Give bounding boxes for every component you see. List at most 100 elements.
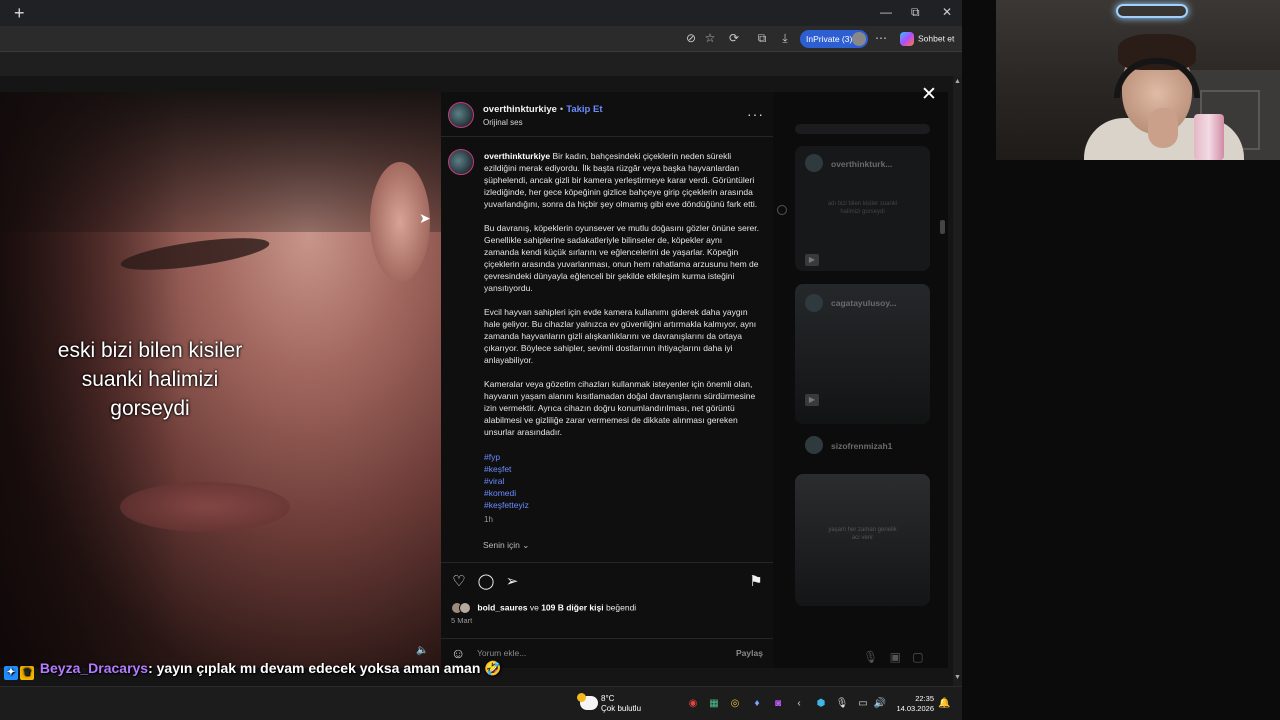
video-caption: eski bizi bilen kisiler suanki halimizi … <box>0 336 300 423</box>
tray-chevron-icon[interactable]: ‹ <box>792 698 806 709</box>
share-send-icon[interactable]: ➢ <box>502 572 522 590</box>
video-caption-line: eski bizi bilen kisiler <box>57 339 243 362</box>
refresh-icon[interactable]: ⟳ <box>726 31 742 45</box>
author-avatar[interactable] <box>448 102 474 128</box>
close-window-button[interactable]: ✕ <box>942 5 952 19</box>
video-caption-line: suanki halimizi <box>81 368 219 391</box>
nav-dot-icon[interactable] <box>777 205 787 215</box>
hashtag-link[interactable]: #keşfet <box>484 463 529 475</box>
chat-username: Beyza_Dracarys <box>39 660 149 676</box>
tray-app-icon[interactable]: ◙ <box>771 698 785 709</box>
author-username[interactable]: overthinkturkiye <box>483 104 557 115</box>
clock-time: 22:35 <box>915 694 934 703</box>
reel-author-avatar <box>805 294 823 312</box>
network-icon[interactable]: ▭ <box>856 698 870 709</box>
minimize-button[interactable]: — <box>880 5 892 19</box>
copilot-chat-button[interactable]: Sohbet et <box>900 32 954 46</box>
reels-scrollbar[interactable] <box>940 120 945 630</box>
mic-icon[interactable]: 🎙 <box>863 650 878 664</box>
webcam-person-hand <box>1148 108 1178 148</box>
inprivate-label: InPrivate (3) <box>806 34 853 44</box>
reel-author-avatar <box>805 436 823 454</box>
speaker-icon[interactable]: 🔊 <box>873 698 887 709</box>
copilot-chat-label: Sohbet et <box>918 33 955 44</box>
reel-card-caption: adı bizi bilen kisiler suanki halimizi g… <box>827 201 898 215</box>
page-scrollbar[interactable]: ▲ ▼ <box>953 76 962 686</box>
reel-card[interactable]: overthinkturk... adı bizi bilen kisiler … <box>795 146 930 271</box>
notification-bell-icon[interactable]: 🔔 <box>938 698 950 709</box>
mouse-cursor-icon: ➤ <box>419 210 431 226</box>
inprivate-badge[interactable]: InPrivate (3) <box>800 30 868 48</box>
video-caption-line: gorseydi <box>110 397 190 420</box>
caption-paragraph: Evcil hayvan sahipleri için evde kamera … <box>484 307 757 365</box>
video-lips <box>120 482 290 532</box>
reel-card-author[interactable]: sizofrenmizah1 <box>795 430 930 460</box>
likes-count[interactable]: 109 B diğer kişi <box>541 602 603 612</box>
browser-subbar <box>0 52 962 76</box>
likes-mid: ve <box>529 602 539 613</box>
tray-app-icon[interactable]: ◎ <box>728 698 742 709</box>
tray-app-icon[interactable]: ◉ <box>686 698 700 709</box>
hashtag-link[interactable]: #komedi <box>484 487 529 499</box>
tray-app-icon[interactable]: ⬢ <box>814 698 828 709</box>
tray-app-icon[interactable]: ▦ <box>707 698 721 709</box>
clock-date: 14.03.2026 <box>896 704 934 713</box>
follow-button[interactable]: Takip Et <box>566 104 602 115</box>
likes-user[interactable]: bold_saures <box>477 602 527 612</box>
caption-username[interactable]: overthinkturkiye <box>484 151 550 161</box>
hashtag-link[interactable]: #viral <box>484 475 529 487</box>
reel-play-icon: ▶ <box>805 394 819 406</box>
author-line: overthinkturkiye • Takip Et <box>483 104 603 115</box>
maximize-button[interactable]: ⧉ <box>911 5 920 20</box>
microphone-icon[interactable]: 🎙 <box>835 698 849 709</box>
chat-crown-icon: ♛ <box>20 666 34 680</box>
image-icon[interactable]: ▣ <box>890 650 901 664</box>
webcam-feed <box>996 0 1280 160</box>
tracking-prevention-icon[interactable]: ⊘ <box>683 31 699 45</box>
caption-paragraph: Kameralar veya gözetim cihazları kullanm… <box>484 379 756 437</box>
hashtag-link[interactable]: #fyp <box>484 451 529 463</box>
emoji-icon[interactable]: ☺ <box>451 645 465 661</box>
share-comment-button[interactable]: Paylaş <box>736 648 763 658</box>
more-menu-icon[interactable]: ⋯ <box>873 31 889 45</box>
sticker-icon[interactable]: ▢ <box>912 650 923 664</box>
reel-video[interactable]: eski bizi bilen kisiler suanki halimizi … <box>0 92 441 668</box>
reel-card-top[interactable] <box>795 124 930 134</box>
comment-bubble-icon[interactable]: ◯ <box>476 572 496 590</box>
reels-scroll-thumb[interactable] <box>940 220 945 234</box>
favorite-star-icon[interactable]: ☆ <box>702 31 718 45</box>
tray-app-icon[interactable]: ♦ <box>750 698 764 709</box>
scroll-down-icon[interactable]: ▼ <box>954 674 961 681</box>
collections-icon[interactable]: ⧉ <box>754 31 770 46</box>
stream-chat-message: ✦ ♛ Beyza_Dracarys: yayın çıplak mı devam… <box>4 660 502 680</box>
chat-message-text: : yayın çıplak mı devam edecek yoksa ama… <box>148 660 502 676</box>
more-options-icon[interactable]: ··· <box>747 106 764 122</box>
screen: + — ⧉ ✕ ⊘ ☆ ⟳ ⧉ ⤓ InPrivate (3) ⋯ Sohbet… <box>0 0 1280 720</box>
reel-card[interactable]: yaşam her zaman genelik acı verir <box>795 474 930 606</box>
close-icon[interactable]: ✕ <box>921 85 937 104</box>
header-divider <box>441 136 773 137</box>
reel-card[interactable]: cagatayulusoy... ▶ <box>795 284 930 424</box>
hashtag-link[interactable]: #keşfetteyiz <box>484 499 529 511</box>
volume-icon[interactable]: 🔈 <box>416 645 428 656</box>
reel-author-avatar <box>805 154 823 172</box>
download-icon[interactable]: ⤓ <box>777 31 793 46</box>
comment-input[interactable] <box>477 648 697 658</box>
profile-avatar <box>852 32 866 46</box>
scroll-up-icon[interactable]: ▲ <box>954 78 961 85</box>
caption-avatar[interactable] <box>448 149 474 175</box>
like-heart-icon[interactable]: ♡ <box>449 572 469 590</box>
liker-avatar <box>459 602 471 614</box>
reel-bottom-icons: 🎙 ▣ ▢ <box>863 650 924 664</box>
post-caption: overthinkturkiye Bir kadın, bahçesindeki… <box>484 150 759 450</box>
related-reels-column: overthinkturk... adı bizi bilen kisiler … <box>773 92 948 668</box>
new-tab-button[interactable]: + <box>14 3 25 23</box>
likes-tail: beğendi <box>605 602 637 613</box>
post-header: overthinkturkiye • Takip Et Orijinal ses ·… <box>441 92 773 136</box>
taskbar-clock[interactable]: 22:35 14.03.2026 <box>892 694 934 714</box>
audio-label[interactable]: Orijinal ses <box>483 118 523 127</box>
webcam-neon-light <box>1116 4 1188 18</box>
save-bookmark-icon[interactable]: ⚑ <box>746 572 766 590</box>
for-you-dropdown[interactable]: Senin için ⌄ <box>483 540 529 551</box>
hashtag-list: #fyp #keşfet #viral #komedi #keşfetteyiz <box>484 451 529 511</box>
